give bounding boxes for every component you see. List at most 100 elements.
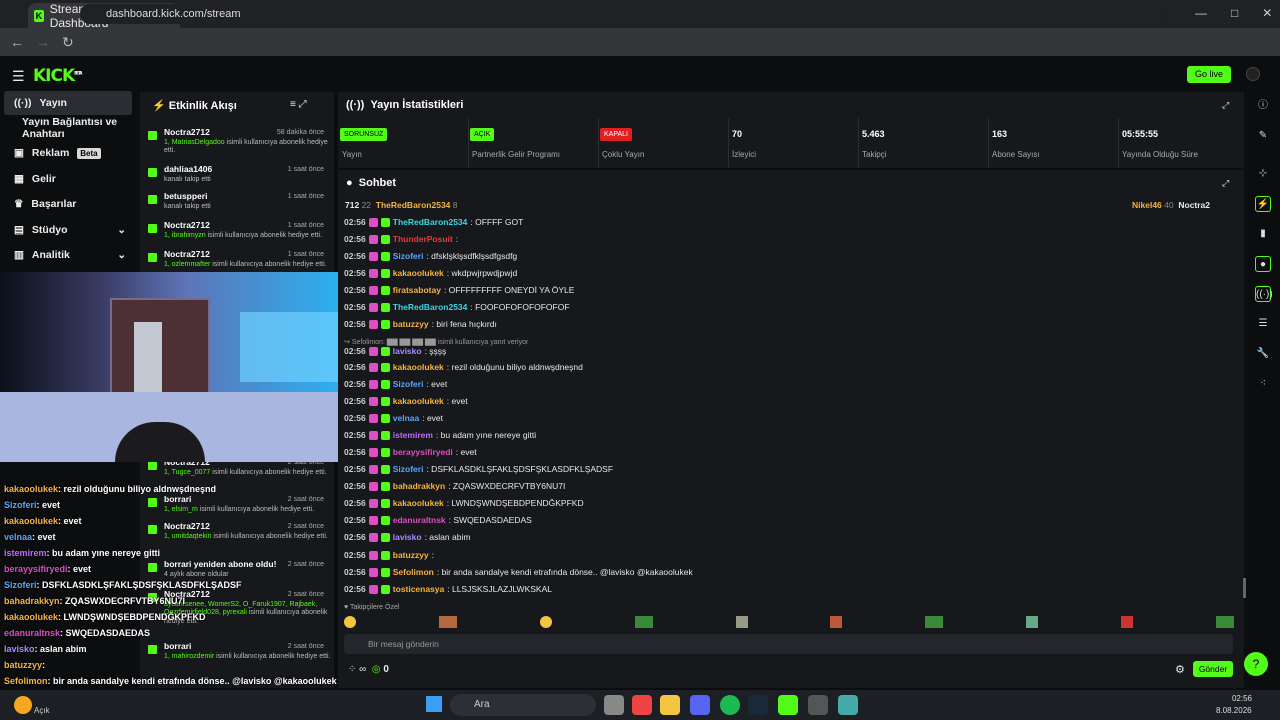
msg-user[interactable]: kakaoolukek <box>393 498 444 508</box>
discord-icon[interactable] <box>690 695 710 715</box>
msg-user[interactable]: TheRedBaron2534 <box>393 302 468 312</box>
users-icon[interactable]: ⁖ <box>1255 376 1271 392</box>
broadcast-rail-icon[interactable]: ((·)) <box>1255 286 1273 302</box>
kick-logo[interactable]: KICKBETA <box>33 66 82 86</box>
avatar[interactable] <box>1246 67 1260 81</box>
msg-user[interactable]: tosticenasya <box>393 584 445 594</box>
chat-message[interactable]: 02:56 kakaoolukek: rezil olduğunu biliyo … <box>344 360 583 374</box>
start-icon[interactable] <box>426 696 442 712</box>
chat-message[interactable]: 02:56 kakaoolukek: wkdpwjrpwdjpwjd <box>344 266 517 280</box>
chat-message[interactable]: 02:56 velnaa: evet <box>344 411 443 425</box>
popout-icon[interactable]: ⤢ <box>1222 100 1229 111</box>
window-controls[interactable]: — □ ✕ <box>1195 6 1272 20</box>
taskbar-search[interactable]: Ara <box>450 694 596 716</box>
chat-message[interactable]: 02:56 berayysifiryedi: evet <box>344 445 477 459</box>
chat-scrollbar[interactable] <box>1243 578 1246 598</box>
activity-rail-icon[interactable]: ⚡ <box>1255 196 1271 212</box>
send-button[interactable]: Gönder <box>1193 661 1233 677</box>
chat-message[interactable]: 02:56 Sefolimon: bir anda sandalye kendi … <box>344 565 693 579</box>
spotify-icon[interactable] <box>720 695 740 715</box>
chat-message[interactable]: 02:56 TheRedBaron2534: OFFFF GOT <box>344 215 523 229</box>
activity-item[interactable]: Noctra2712 1, MatriasDelgadoo isimli kull… <box>142 127 332 167</box>
msg-user[interactable]: bahadrakkyn <box>393 481 445 491</box>
chat-message[interactable]: 02:56 istemirem: bu adam yıne nereye gitt… <box>344 428 536 442</box>
filter-icon[interactable]: ≡ ⤢ <box>290 99 307 110</box>
date[interactable]: 8.08.2026 <box>1216 706 1252 715</box>
msg-user[interactable]: kakaoolukek <box>393 396 444 406</box>
menu-icon[interactable]: ☰ <box>12 68 25 85</box>
emote-row[interactable] <box>344 616 1234 630</box>
chat-message[interactable]: 02:56 edanuraltnsk: SWQEDASDAEDAS <box>344 513 532 527</box>
chat-message[interactable]: 02:56 Sizoferi: evet <box>344 377 447 391</box>
chat-message[interactable]: 02:56 tosticenasya: LLSJSKSJLAZJLWKSKAL <box>344 582 552 596</box>
stack-icon[interactable]: ☰ <box>1255 316 1271 332</box>
maximize-icon[interactable]: □ <box>1231 6 1238 20</box>
msg-user[interactable]: batuzzyy <box>393 319 429 329</box>
chat-message[interactable]: 02:56 lavisko: aslan abim <box>344 530 470 544</box>
msg-user[interactable]: Sefolimon <box>393 567 434 577</box>
msg-user[interactable]: lavisko <box>393 346 422 356</box>
chat-input[interactable]: Bir mesaj gönderin <box>344 634 1233 654</box>
msg-user[interactable]: ThunderPosuit <box>393 234 453 244</box>
stat-label: Takipçi <box>862 150 887 159</box>
share-icon[interactable]: ⁘ ∞ <box>348 664 366 675</box>
app2-icon[interactable] <box>838 695 858 715</box>
msg-user[interactable]: kakaoolukek <box>393 268 444 278</box>
chat-message[interactable]: 02:56 TheRedBaron2534: FOOFOFOFOFOFOFOF <box>344 300 570 314</box>
chat-message[interactable]: 02:56 batuzzyy: <box>344 548 434 562</box>
back-icon[interactable]: ← <box>10 34 24 50</box>
msg-user[interactable]: Sizoferi <box>393 464 424 474</box>
chat-rail-icon[interactable]: ● <box>1255 256 1271 272</box>
note-icon[interactable]: ▮ <box>1255 226 1271 242</box>
chat-message[interactable]: 02:56 batuzzyy: biri fena hıçkırdı <box>344 317 497 331</box>
chat-message[interactable]: 02:56 bahadrakkyn: ZQASWXDECRFVTBY6NU7I <box>344 479 565 493</box>
msg-user[interactable]: lavisko <box>393 532 422 542</box>
msg-user[interactable]: berayysifiryedi <box>393 447 453 457</box>
nav-item-stream-key[interactable]: Yayın Bağlantısı ve Anahtarı <box>4 116 132 140</box>
task-view-icon[interactable] <box>604 695 624 715</box>
chat-popout-icon[interactable]: ⤢ <box>1222 178 1229 189</box>
chat-message[interactable]: 02:56 firatsabotay: OFFFFFFFFF ONEYDİ YA … <box>344 283 574 297</box>
steam-icon[interactable] <box>748 695 768 715</box>
chat-message[interactable]: 02:56 kakaoolukek: evet <box>344 394 468 408</box>
activity-item[interactable]: borrari 1, mahirozdemir isimli kullanıcıy… <box>142 641 332 681</box>
reload-icon[interactable]: ↻ <box>62 34 74 51</box>
nav-item-gelir[interactable]: ▦ Gelir <box>4 167 132 191</box>
msg-user[interactable]: istemirem <box>393 430 433 440</box>
chrome-icon[interactable] <box>632 695 652 715</box>
nav-item-studyo[interactable]: ▤ Stüdyo ⌄ <box>4 218 132 242</box>
nav-item-reklam[interactable]: ▣ Reklam Beta <box>4 141 132 165</box>
msg-user[interactable]: firatsabotay <box>393 285 441 295</box>
chat-message[interactable]: 02:56 ThunderPosuit: <box>344 232 458 246</box>
activity-item[interactable]: Noctra2712 1, umitdaqtekin isimli kullanı… <box>142 521 332 561</box>
clock[interactable]: 02:56 <box>1228 694 1252 703</box>
settings-icon[interactable]: ⚙ <box>1175 663 1185 676</box>
help-button[interactable]: ? <box>1244 652 1268 676</box>
url-input[interactable]: dashboard.kick.com/stream <box>80 4 1165 24</box>
close-window-icon[interactable]: ✕ <box>1262 6 1272 20</box>
msg-user[interactable]: TheRedBaron2534 <box>393 217 468 227</box>
msg-user[interactable]: velnaa <box>393 413 419 423</box>
msg-user[interactable]: Sizoferi <box>393 379 424 389</box>
msg-user[interactable]: batuzzyy <box>393 550 429 560</box>
chat-message[interactable]: 02:56 lavisko: şşşş <box>344 344 446 358</box>
nav-item-basarilar[interactable]: ♛ Başarılar <box>4 192 132 216</box>
info-icon[interactable]: ⓘ <box>1255 98 1271 114</box>
msg-user[interactable]: kakaoolukek <box>393 362 444 372</box>
nav-item-analitik[interactable]: ▥ Analitik ⌄ <box>4 243 132 267</box>
explorer-icon[interactable] <box>660 695 680 715</box>
edit-icon[interactable]: ✎ <box>1255 128 1271 144</box>
nav-item-yayin[interactable]: ((·)) Yayın <box>4 91 132 115</box>
forward-icon[interactable]: → <box>36 34 50 50</box>
chat-message[interactable]: 02:56 kakaoolukek: LWNDŞWNDŞEBDPENDĞKPFKD <box>344 496 584 510</box>
go-live-button[interactable]: Go live <box>1187 66 1231 83</box>
chat-message[interactable]: 02:56 Sizoferi: DSFKLASDKLŞFAKLŞDSFŞKLASD… <box>344 462 613 476</box>
minimize-icon[interactable]: — <box>1195 6 1207 20</box>
msg-user[interactable]: Sizoferi <box>393 251 424 261</box>
focus-icon[interactable]: ⊹ <box>1255 166 1271 182</box>
kick-app-icon[interactable] <box>778 695 798 715</box>
wrench-icon[interactable]: 🔧 <box>1255 346 1271 362</box>
msg-user[interactable]: edanuraltnsk <box>393 515 446 525</box>
app-icon[interactable] <box>808 695 828 715</box>
chat-message[interactable]: 02:56 Sizoferi: dfsklşklşsdfklşsdfgsdfg <box>344 249 517 263</box>
